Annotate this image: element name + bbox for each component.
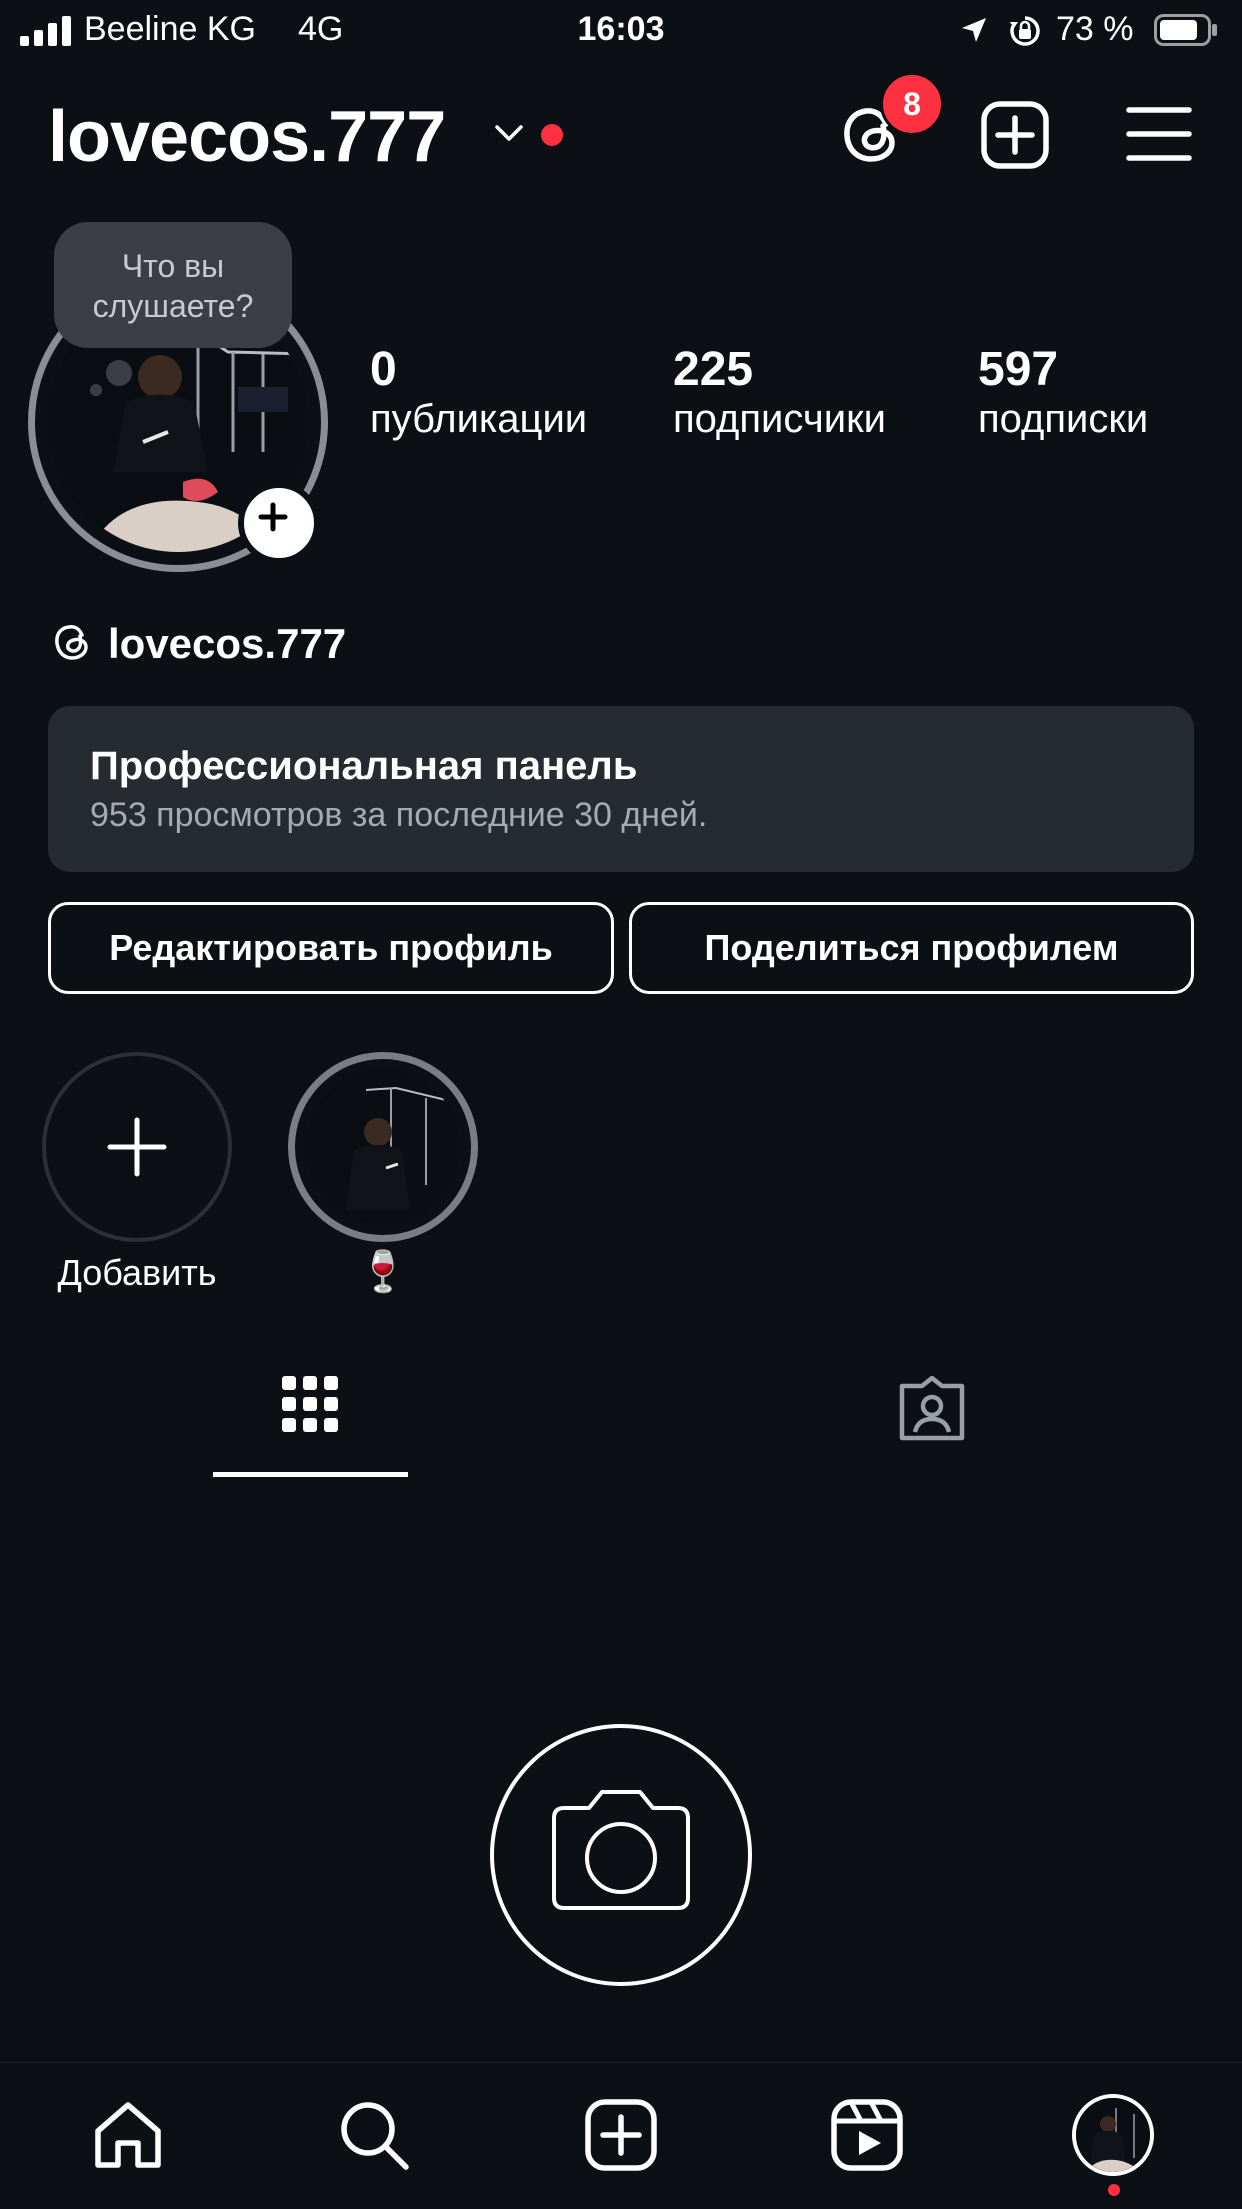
profile-notification-dot (1108, 2184, 1120, 2196)
tagged-icon[interactable] (896, 1376, 968, 1442)
camera-icon (552, 1790, 690, 1910)
menu-icon[interactable] (1126, 104, 1192, 164)
stat-followers[interactable]: 225 подписчики (673, 342, 886, 442)
orientation-lock-icon (1010, 16, 1040, 46)
grid-icon[interactable] (280, 1374, 340, 1434)
add-highlight-button[interactable] (42, 1052, 232, 1242)
profile-avatar[interactable] (1072, 2094, 1154, 2176)
professional-dashboard[interactable] (48, 706, 1194, 872)
professional-dashboard-subtitle: 953 просмотров за последние 30 дней. (90, 796, 708, 834)
note-bubble-tail (106, 360, 132, 386)
threads-notification-badge: 8 (880, 72, 944, 136)
unread-dot (541, 124, 563, 146)
threads-icon (55, 625, 88, 660)
stat-following[interactable]: 597 подписки (978, 342, 1148, 442)
location-arrow-icon (962, 18, 986, 42)
note-bubble-tail-small (90, 384, 102, 396)
add-highlight-label: Добавить (57, 1252, 217, 1293)
professional-dashboard-title: Профессиональная панель (90, 744, 638, 788)
chevron-down-icon[interactable] (494, 122, 524, 144)
search-icon[interactable] (336, 2097, 412, 2173)
highlight-cover-photo (306, 1070, 460, 1224)
battery-icon (1154, 14, 1217, 46)
avatar-photo (1076, 2098, 1150, 2172)
plus-icon (258, 502, 288, 532)
status-bar: Beeline KG 4G 16:03 73 % (0, 0, 1242, 62)
highlight-item[interactable] (306, 1070, 460, 1224)
add-story-button[interactable] (238, 482, 320, 564)
threads-profile-link[interactable]: lovecos.777 (108, 620, 346, 668)
home-icon[interactable] (90, 2097, 166, 2173)
highlight-label: 🍷 (358, 1250, 408, 1294)
stat-posts[interactable]: 0 публикации (370, 342, 587, 442)
create-icon[interactable] (583, 2097, 659, 2173)
active-tab-indicator (213, 1472, 408, 1477)
plus-icon (107, 1117, 167, 1177)
battery-percent: 73 % (1056, 10, 1134, 48)
empty-state-camera[interactable] (490, 1724, 752, 1986)
share-profile-button[interactable]: Поделиться профилем (629, 902, 1194, 994)
profile-username[interactable]: lovecos.777 (48, 96, 446, 178)
create-post-icon[interactable] (980, 100, 1050, 170)
edit-profile-button[interactable]: Редактировать профиль (48, 902, 614, 994)
reels-icon[interactable] (829, 2097, 905, 2173)
note-prompt: Что вы слушаете? (92, 248, 254, 324)
